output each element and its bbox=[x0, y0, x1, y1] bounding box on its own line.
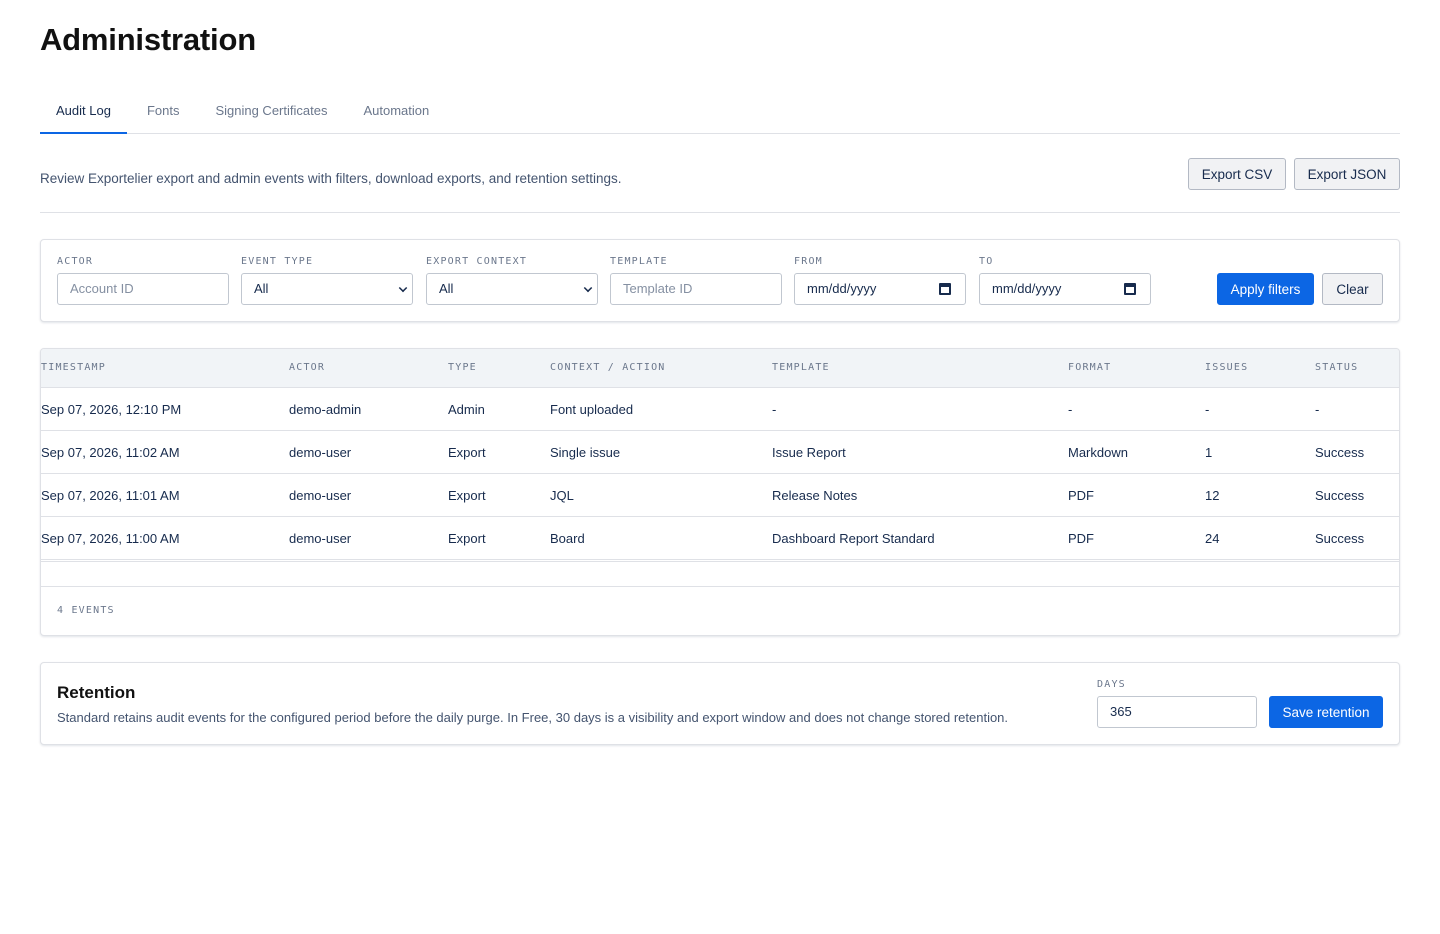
cell-status: Success bbox=[1315, 531, 1365, 546]
export-context-select[interactable]: All bbox=[426, 273, 598, 305]
table-scroll-area[interactable] bbox=[41, 561, 1399, 587]
cell-actor: demo-user bbox=[289, 445, 352, 460]
apply-filters-button[interactable]: Apply filters bbox=[1217, 273, 1314, 305]
admin-tabs: Audit Log Fonts Signing Certificates Aut… bbox=[40, 90, 1400, 134]
cell-status: - bbox=[1315, 402, 1320, 417]
days-input[interactable]: 365 bbox=[1097, 696, 1257, 728]
export-json-button[interactable]: Export JSON bbox=[1294, 158, 1400, 190]
cell-actor: demo-user bbox=[289, 488, 352, 503]
cell-status: Success bbox=[1315, 445, 1365, 460]
filter-panel: ACTOR Account ID EVENT TYPE All EXPORT C… bbox=[40, 239, 1400, 322]
clear-filters-button[interactable]: Clear bbox=[1322, 273, 1383, 305]
cell-issues: - bbox=[1205, 402, 1210, 417]
table-header: TIMESTAMP ACTOR TYPE CONTEXT / ACTION TE… bbox=[41, 349, 1399, 388]
days-label: DAYS bbox=[1097, 679, 1126, 690]
cell-format: Markdown bbox=[1068, 445, 1128, 460]
actor-input[interactable]: Account ID bbox=[57, 273, 229, 305]
table-row[interactable]: Sep 07, 2026, 11:00 AM demo-user Export … bbox=[41, 517, 1399, 560]
column-header-status[interactable]: STATUS bbox=[1315, 362, 1358, 373]
export-context-label: EXPORT CONTEXT bbox=[426, 256, 528, 267]
audit-table: TIMESTAMP ACTOR TYPE CONTEXT / ACTION TE… bbox=[40, 348, 1400, 636]
column-header-timestamp[interactable]: TIMESTAMP bbox=[41, 362, 106, 373]
cell-context: Font uploaded bbox=[550, 402, 634, 417]
tab-fonts[interactable]: Fonts bbox=[131, 90, 196, 134]
column-header-context[interactable]: CONTEXT / ACTION bbox=[550, 362, 666, 373]
cell-issues: 24 bbox=[1205, 531, 1220, 546]
from-date-input[interactable]: mm/dd/yyyy bbox=[794, 273, 966, 305]
event-type-value: All bbox=[254, 281, 269, 296]
chevron-down-icon bbox=[398, 283, 408, 293]
export-csv-button[interactable]: Export CSV bbox=[1188, 158, 1286, 190]
export-context-value: All bbox=[439, 281, 454, 296]
cell-template: Dashboard Report Standard bbox=[772, 531, 935, 546]
cell-actor: demo-user bbox=[289, 531, 352, 546]
table-row[interactable]: Sep 07, 2026, 12:10 PM demo-admin Admin … bbox=[41, 388, 1399, 431]
from-date-value: mm/dd/yyyy bbox=[807, 281, 877, 296]
cell-type: Admin bbox=[448, 402, 485, 417]
cell-template: - bbox=[772, 402, 777, 417]
cell-actor: demo-admin bbox=[289, 402, 362, 417]
to-label: TO bbox=[979, 256, 994, 267]
cell-timestamp: Sep 07, 2026, 11:00 AM bbox=[41, 531, 180, 546]
description-row: Review Exportelier export and admin even… bbox=[40, 158, 1400, 213]
save-retention-button[interactable]: Save retention bbox=[1269, 696, 1383, 728]
cell-context: Board bbox=[550, 531, 585, 546]
cell-type: Export bbox=[448, 445, 486, 460]
event-count: 4 EVENTS bbox=[57, 605, 115, 616]
tab-automation[interactable]: Automation bbox=[347, 90, 445, 134]
event-type-select[interactable]: All bbox=[241, 273, 413, 305]
retention-description: Standard retains audit events for the co… bbox=[57, 710, 1009, 725]
cell-format: - bbox=[1068, 402, 1073, 417]
cell-template: Issue Report bbox=[772, 445, 846, 460]
tab-audit-log[interactable]: Audit Log bbox=[40, 90, 127, 134]
from-label: FROM bbox=[794, 256, 823, 267]
cell-timestamp: Sep 07, 2026, 11:02 AM bbox=[41, 445, 180, 460]
actor-label: ACTOR bbox=[57, 256, 94, 267]
cell-issues: 12 bbox=[1205, 488, 1220, 503]
tab-signing-certificates[interactable]: Signing Certificates bbox=[199, 90, 343, 134]
column-header-format[interactable]: FORMAT bbox=[1068, 362, 1111, 373]
cell-issues: 1 bbox=[1205, 445, 1213, 460]
column-header-template[interactable]: TEMPLATE bbox=[772, 362, 830, 373]
template-input[interactable]: Template ID bbox=[610, 273, 782, 305]
cell-template: Release Notes bbox=[772, 488, 858, 503]
retention-panel: Retention Standard retains audit events … bbox=[40, 662, 1400, 745]
column-header-issues[interactable]: ISSUES bbox=[1205, 362, 1248, 373]
page-description: Review Exportelier export and admin even… bbox=[40, 171, 622, 186]
cell-timestamp: Sep 07, 2026, 11:01 AM bbox=[41, 488, 180, 503]
calendar-icon[interactable] bbox=[939, 283, 951, 295]
retention-title: Retention bbox=[57, 683, 136, 702]
column-header-actor[interactable]: ACTOR bbox=[289, 362, 325, 373]
calendar-icon[interactable] bbox=[1124, 283, 1136, 295]
column-header-type[interactable]: TYPE bbox=[448, 362, 477, 373]
chevron-down-icon bbox=[583, 283, 593, 293]
cell-timestamp: Sep 07, 2026, 12:10 PM bbox=[41, 402, 182, 417]
event-type-label: EVENT TYPE bbox=[241, 256, 314, 267]
table-row[interactable]: Sep 07, 2026, 11:02 AM demo-user Export … bbox=[41, 431, 1399, 474]
cell-context: JQL bbox=[550, 488, 574, 503]
to-date-value: mm/dd/yyyy bbox=[992, 281, 1062, 296]
to-date-input[interactable]: mm/dd/yyyy bbox=[979, 273, 1151, 305]
cell-type: Export bbox=[448, 531, 486, 546]
cell-format: PDF bbox=[1068, 488, 1094, 503]
cell-context: Single issue bbox=[550, 445, 621, 460]
table-row[interactable]: Sep 07, 2026, 11:01 AM demo-user Export … bbox=[41, 474, 1399, 517]
cell-status: Success bbox=[1315, 488, 1365, 503]
cell-format: PDF bbox=[1068, 531, 1094, 546]
template-label: TEMPLATE bbox=[610, 256, 668, 267]
page-title: Administration bbox=[40, 22, 256, 57]
cell-type: Export bbox=[448, 488, 486, 503]
